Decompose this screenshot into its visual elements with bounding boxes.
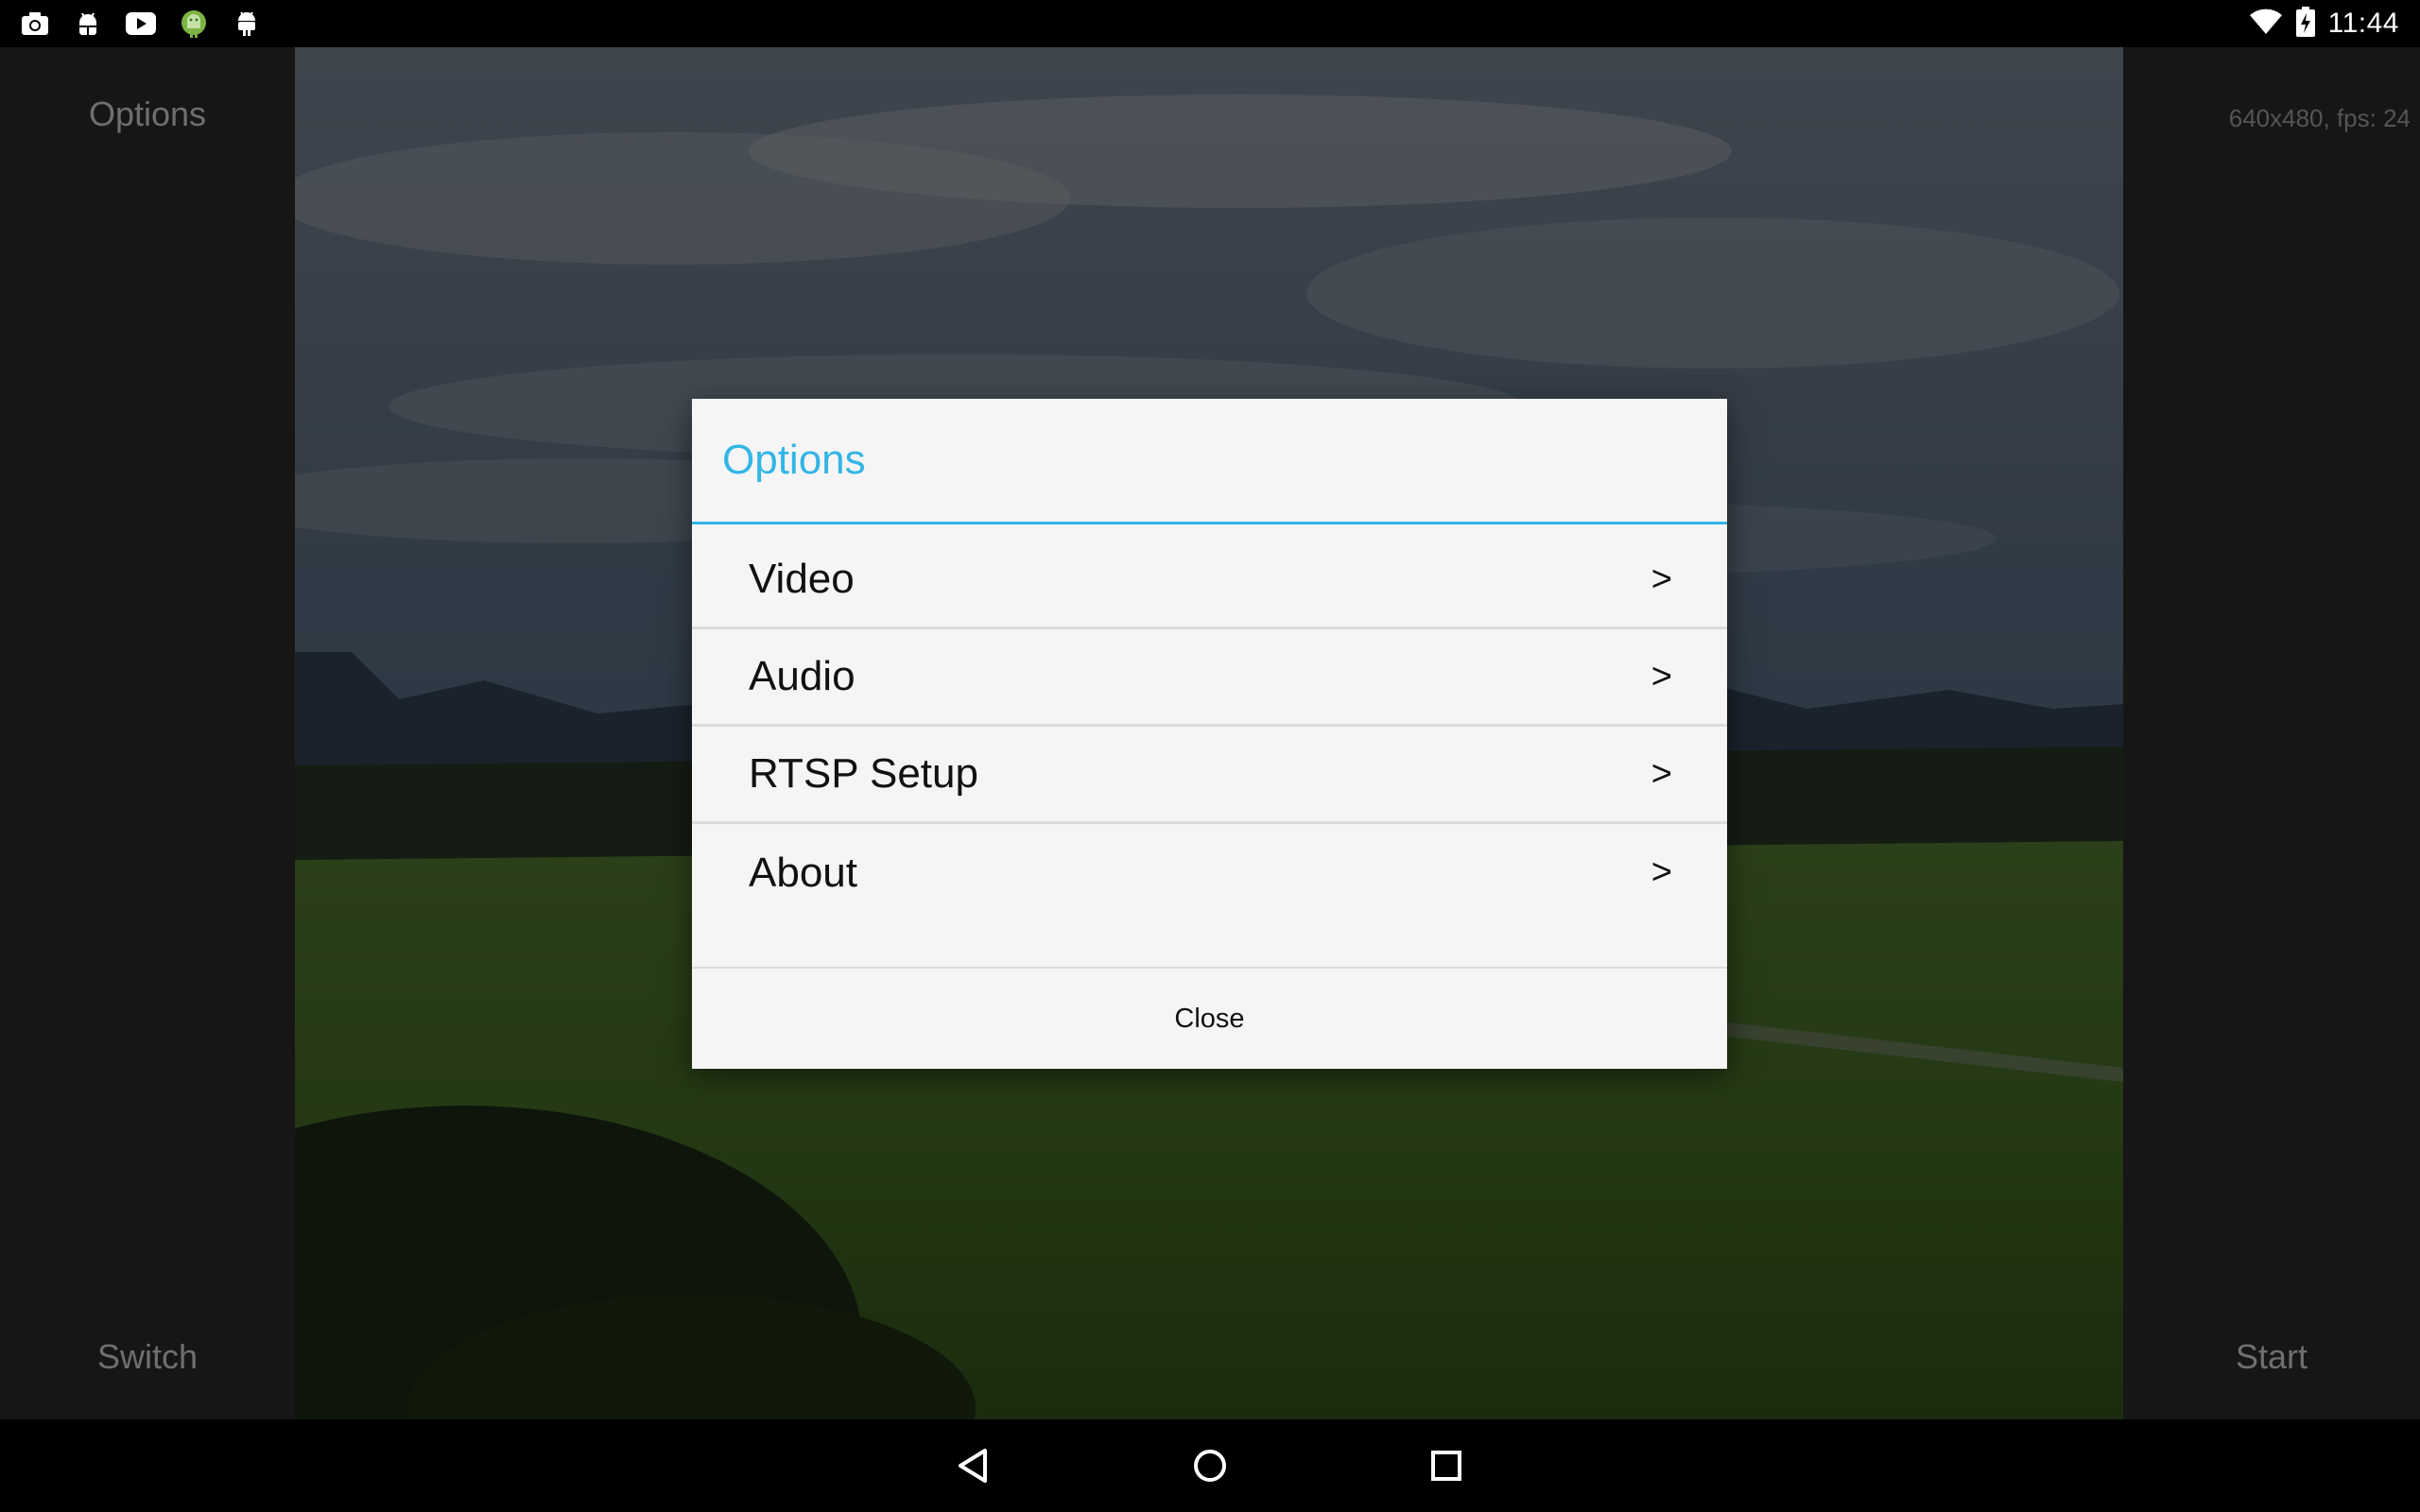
recents-icon[interactable] (1418, 1437, 1475, 1494)
notification-icons (19, 8, 263, 40)
android-debug-icon (72, 8, 104, 40)
android-green-icon (178, 8, 210, 40)
left-control-panel: Options Switch (0, 47, 295, 1419)
home-icon[interactable] (1182, 1437, 1238, 1494)
chevron-right-icon: > (1651, 558, 1672, 599)
menu-item-label: RTSP Setup (749, 750, 978, 797)
start-stream-button[interactable]: Start (2123, 1337, 2420, 1377)
menu-item-about[interactable]: About > (692, 824, 1727, 921)
android-small-icon (231, 8, 263, 40)
menu-item-video[interactable]: Video > (692, 532, 1727, 629)
options-menu: Video > Audio > RTSP Setup > About > (692, 524, 1727, 921)
chevron-right-icon: > (1651, 753, 1672, 794)
youtube-icon (125, 8, 157, 40)
options-dialog: Options Video > Audio > RTSP Setup > Abo… (692, 399, 1727, 1069)
options-button[interactable]: Options (0, 94, 295, 134)
screen: 11:44 Options Switch 640x480, fps: 24 St… (0, 0, 2420, 1512)
menu-item-audio[interactable]: Audio > (692, 629, 1727, 727)
battery-charging-icon (2295, 6, 2315, 42)
menu-item-rtsp-setup[interactable]: RTSP Setup > (692, 727, 1727, 824)
menu-item-label: Audio (749, 653, 856, 699)
wifi-icon (2249, 9, 2283, 40)
menu-item-label: Video (749, 556, 855, 602)
right-control-panel: 640x480, fps: 24 Start (2123, 47, 2420, 1419)
status-bar: 11:44 (0, 0, 2420, 47)
dialog-title: Options (722, 437, 866, 483)
menu-item-label: About (749, 849, 857, 896)
back-icon[interactable] (945, 1437, 1002, 1494)
resolution-fps-info: 640x480, fps: 24 (2228, 104, 2411, 132)
switch-camera-button[interactable]: Switch (0, 1337, 295, 1377)
chevron-right-icon: > (1651, 852, 1672, 892)
chevron-right-icon: > (1651, 656, 1672, 696)
close-button[interactable]: Close (692, 967, 1727, 1069)
system-icons: 11:44 (2249, 6, 2399, 42)
status-time: 11:44 (2327, 8, 2399, 39)
camera-icon (19, 8, 51, 40)
navigation-bar (0, 1419, 2420, 1512)
